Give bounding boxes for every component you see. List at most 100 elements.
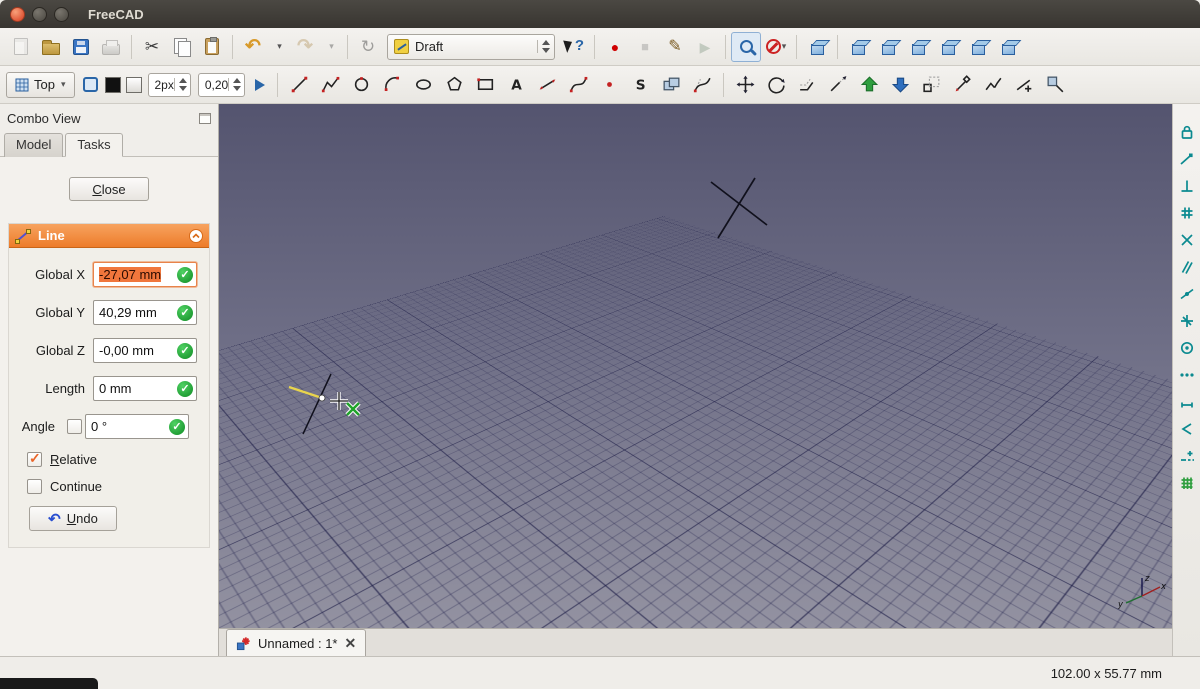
line-color-swatch[interactable]: [104, 76, 121, 93]
length-input[interactable]: 0 mm ✓: [93, 376, 197, 401]
window-close-button[interactable]: [10, 6, 25, 22]
view-rear-button[interactable]: [933, 32, 963, 62]
snap-ortho-button[interactable]: [1175, 309, 1198, 332]
construction-mode-button[interactable]: [80, 70, 102, 100]
snap-special-button[interactable]: [1175, 363, 1198, 386]
draft-upgrade-button[interactable]: [854, 70, 884, 100]
spin-up-icon[interactable]: [233, 78, 242, 83]
angle-lock-checkbox[interactable]: [66, 419, 82, 434]
angle-input[interactable]: 0 ° ✓: [85, 414, 189, 439]
snap-intersection-button[interactable]: [1175, 228, 1198, 251]
redo-button[interactable]: ↷: [290, 32, 320, 62]
continue-checkbox[interactable]: [27, 479, 42, 494]
line-width-spinbox[interactable]: 2px: [147, 72, 191, 97]
global-y-input[interactable]: 40,29 mm ✓: [93, 300, 197, 325]
spin-down-icon[interactable]: [233, 86, 242, 91]
snap-perpendicular-button[interactable]: [1175, 174, 1198, 197]
view-left-button[interactable]: [993, 32, 1023, 62]
draft-dimension-button[interactable]: [532, 70, 562, 100]
draft-downgrade-button[interactable]: [885, 70, 915, 100]
view-axonometric-button[interactable]: [802, 32, 832, 62]
draft-text-button[interactable]: A: [501, 70, 531, 100]
refresh-button[interactable]: ↻: [353, 32, 383, 62]
relative-checkbox[interactable]: [27, 450, 42, 467]
float-panel-button[interactable]: [199, 113, 211, 124]
working-plane-button[interactable]: Top ▾: [6, 71, 75, 98]
draft-add-point-button[interactable]: [1009, 70, 1039, 100]
draft-scale-button[interactable]: [916, 70, 946, 100]
window-minimize-button[interactable]: [32, 6, 47, 22]
face-color-swatch[interactable]: [125, 76, 142, 93]
snap-grid-button[interactable]: [1175, 201, 1198, 224]
draft-bezier-button[interactable]: [687, 70, 717, 100]
draft-line-button[interactable]: [284, 70, 314, 100]
copy-button[interactable]: [167, 32, 197, 62]
draft-wire-to-bspline-button[interactable]: [978, 70, 1008, 100]
close-document-icon[interactable]: ✕: [345, 635, 357, 652]
view-bottom-button[interactable]: [963, 32, 993, 62]
macro-stop-button[interactable]: ■: [630, 32, 660, 62]
undo-dropdown-button[interactable]: ▾: [268, 32, 290, 62]
spin-down-icon[interactable]: [178, 86, 187, 91]
draft-move-button[interactable]: [730, 70, 760, 100]
snap-endpoint-button[interactable]: [1175, 147, 1198, 170]
draft-rectangle-button[interactable]: [470, 70, 500, 100]
snap-near-button[interactable]: [1175, 282, 1198, 305]
draft-arc-button[interactable]: [377, 70, 407, 100]
draft-ellipse-button[interactable]: [408, 70, 438, 100]
paste-button[interactable]: [197, 32, 227, 62]
toggle-grid-button[interactable]: [1175, 471, 1198, 494]
whats-this-button[interactable]: ?: [559, 32, 589, 62]
draft-shape2dview-button[interactable]: [1040, 70, 1070, 100]
spin-up-icon[interactable]: [542, 40, 550, 45]
draw-style-button[interactable]: ▾: [761, 32, 791, 62]
redo-dropdown-button[interactable]: ▾: [320, 32, 342, 62]
global-z-input[interactable]: -0,00 mm ✓: [93, 338, 197, 363]
draft-polygon-button[interactable]: [439, 70, 469, 100]
apply-style-button[interactable]: [249, 70, 271, 100]
new-document-button[interactable]: [6, 32, 36, 62]
close-task-button[interactable]: Close: [69, 177, 149, 201]
tab-tasks[interactable]: Tasks: [65, 133, 123, 157]
snap-center-button[interactable]: [1175, 336, 1198, 359]
collapse-section-icon[interactable]: [188, 228, 204, 244]
draft-trimex-button[interactable]: [823, 70, 853, 100]
cut-button[interactable]: ✂: [137, 32, 167, 62]
draft-shapestring-button[interactable]: S: [625, 70, 655, 100]
toggle-snap-button[interactable]: [1175, 120, 1198, 143]
spin-up-icon[interactable]: [178, 78, 187, 83]
draft-circle-button[interactable]: [346, 70, 376, 100]
print-button[interactable]: [96, 32, 126, 62]
view-top-button[interactable]: [873, 32, 903, 62]
macro-record-button[interactable]: ●: [600, 32, 630, 62]
global-x-input[interactable]: -27,07 mm ✓: [93, 262, 197, 287]
3d-viewport[interactable]: z x y: [219, 104, 1172, 628]
fit-all-button[interactable]: [731, 31, 761, 62]
draft-wire-button[interactable]: [315, 70, 345, 100]
undo-button[interactable]: ↶: [238, 32, 268, 62]
macro-edit-button[interactable]: ✎: [660, 32, 690, 62]
tab-model[interactable]: Model: [4, 133, 64, 157]
view-front-button[interactable]: [843, 32, 873, 62]
macro-execute-button[interactable]: ▶: [690, 32, 720, 62]
document-tab[interactable]: Unnamed : 1* ✕: [226, 629, 367, 656]
window-maximize-button[interactable]: [54, 6, 69, 22]
draft-edit-button[interactable]: [947, 70, 977, 100]
draft-offset-button[interactable]: [792, 70, 822, 100]
snap-parallel-button[interactable]: [1175, 255, 1198, 278]
spin-down-icon[interactable]: [542, 48, 550, 53]
save-button[interactable]: [66, 32, 96, 62]
view-right-button[interactable]: [903, 32, 933, 62]
snap-extension-button[interactable]: [1175, 444, 1198, 467]
workbench-selector[interactable]: Draft: [387, 33, 555, 60]
draft-point-button[interactable]: [594, 70, 624, 100]
draft-bspline-button[interactable]: [563, 70, 593, 100]
snap-dimensions-button[interactable]: [1175, 390, 1198, 413]
undo-segment-button[interactable]: ↶ Undo: [29, 506, 117, 531]
draft-facebinder-button[interactable]: [656, 70, 686, 100]
draft-rotate-button[interactable]: [761, 70, 791, 100]
snap-angle-button[interactable]: [1175, 417, 1198, 440]
open-button[interactable]: [36, 32, 66, 62]
line-task-header[interactable]: Line: [9, 224, 209, 248]
text-scale-spinbox[interactable]: 0,20: [197, 72, 246, 97]
